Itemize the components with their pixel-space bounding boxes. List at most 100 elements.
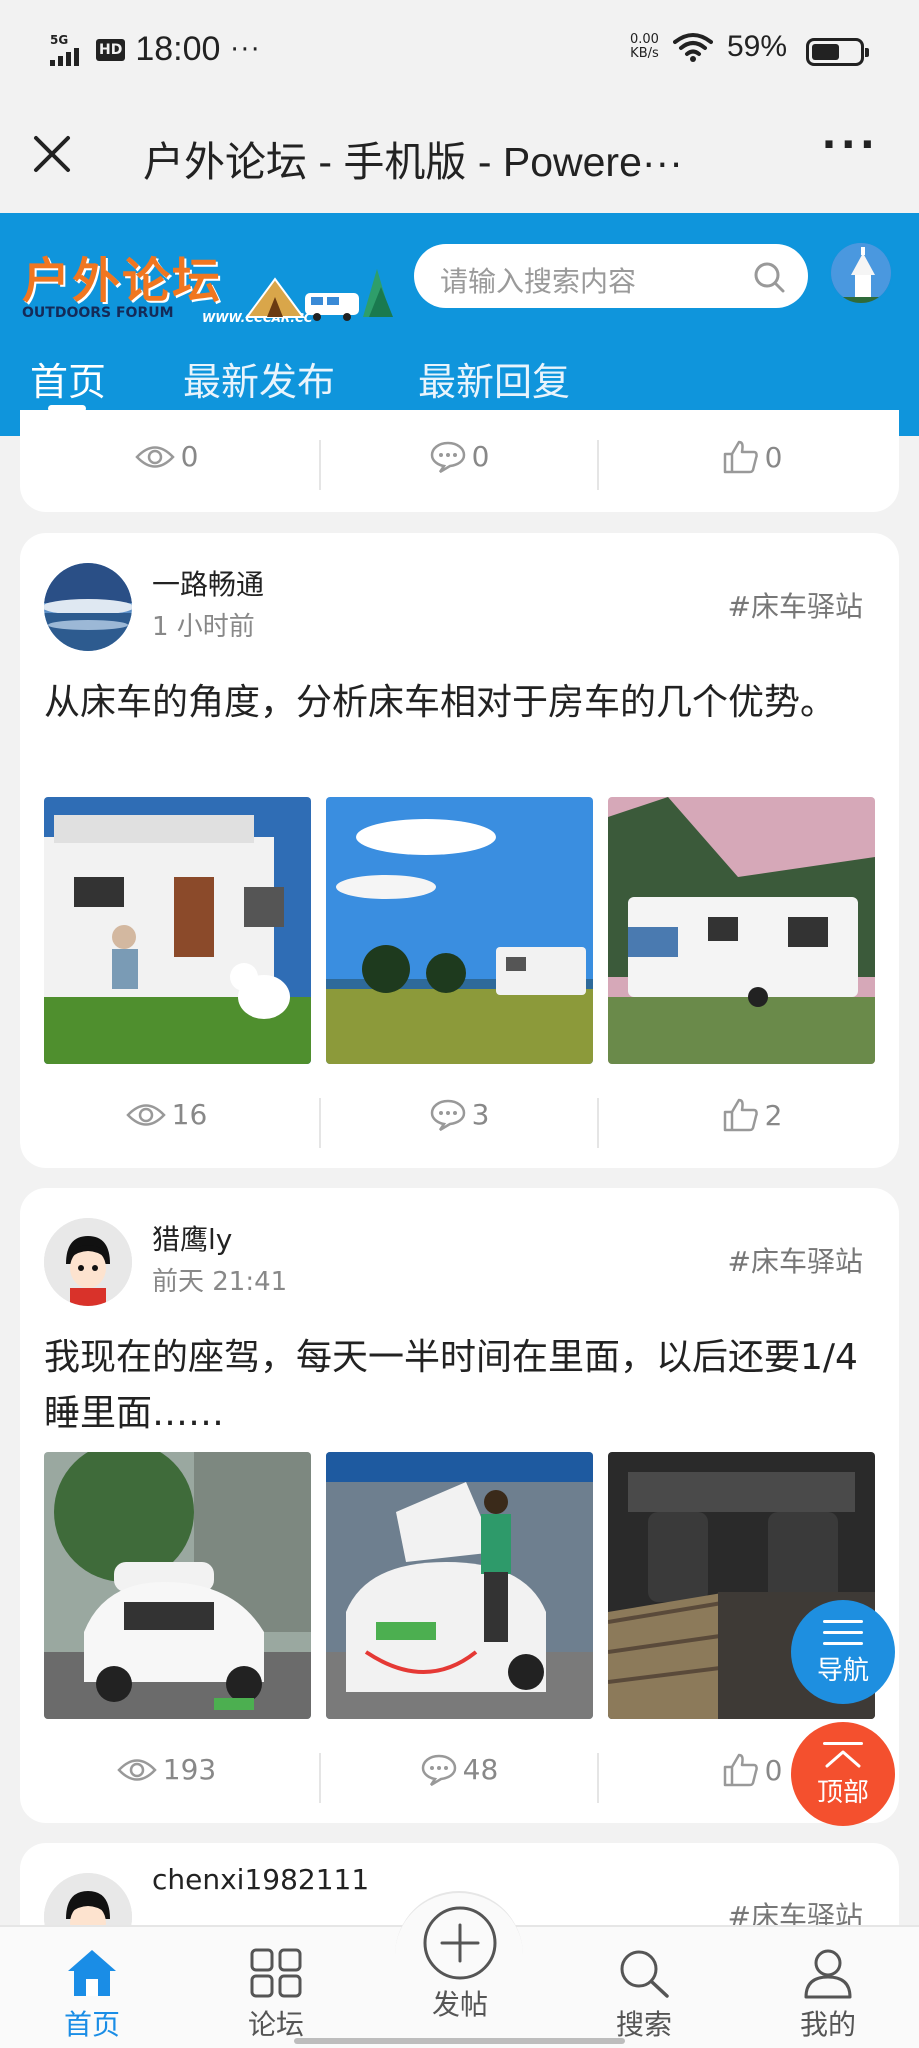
author-name[interactable]: 一路畅通	[152, 563, 264, 603]
comment-count-value: 48	[462, 1753, 499, 1786]
post-title[interactable]: 从床车的角度，分析床车相对于房车的几个优势。	[44, 675, 874, 731]
status-left: 5G HD 18:00 ···	[50, 30, 261, 69]
post-card[interactable]: 一路畅通 1 小时前 #床车驿站 从床车的角度，分析床车相对于房车的几个优势。	[20, 533, 899, 1168]
clock: 18:00	[135, 30, 221, 68]
eye-icon	[134, 445, 175, 468]
view-count: 0	[20, 440, 313, 473]
search-icon	[620, 1950, 669, 1998]
post-card[interactable]: 猎鹰ly 前天 21:41 #床车驿站 我现在的座驾，每天一半时间在里面，以后还…	[20, 1188, 899, 1823]
view-count-value: 193	[162, 1753, 217, 1786]
site-logo[interactable]: 户外论坛 OUTDOORS FORUM WWW.CCCAR.CC	[20, 233, 393, 333]
net-speed: 0.00 KB/s	[630, 33, 659, 61]
cellular-signal-icon: 5G	[50, 34, 86, 66]
logo-text: 户外论坛	[22, 253, 223, 309]
net-speed-unit: KB/s	[630, 46, 659, 61]
eye-icon	[117, 1758, 157, 1781]
comment-icon	[421, 1754, 456, 1786]
divider	[597, 440, 599, 490]
thumbs-up-icon	[723, 1098, 758, 1132]
search-input[interactable]: 请输入搜索内容	[414, 244, 808, 308]
post-time: 1 小时前	[152, 612, 255, 642]
author-name[interactable]: 猎鹰ly	[152, 1218, 232, 1258]
view-count-value: 0	[180, 440, 199, 473]
plus-icon	[423, 1906, 497, 1980]
nav-forum[interactable]: 论坛	[206, 1927, 346, 2043]
status-right: 0.00 KB/s 59%	[630, 30, 787, 64]
like-count-value: 2	[764, 1098, 783, 1132]
battery-icon	[806, 38, 869, 66]
nav-profile[interactable]: 我的	[758, 1927, 898, 2043]
search-icon[interactable]	[752, 260, 786, 294]
floating-nav-button[interactable]: 导航	[791, 1600, 895, 1704]
comment-icon	[430, 441, 465, 473]
divider	[597, 1098, 599, 1148]
grid-icon	[250, 1948, 302, 1998]
network-type: 5G	[50, 32, 69, 47]
post-tag[interactable]: #床车驿站	[728, 1240, 863, 1280]
post-card[interactable]: 0 0 0	[20, 410, 899, 512]
search-placeholder: 请输入搜索内容	[440, 265, 637, 298]
post-time: 前天 21:41	[152, 1267, 288, 1297]
net-speed-value: 0.00	[630, 32, 659, 47]
comment-count[interactable]: 0	[313, 440, 606, 473]
more-options-icon[interactable]: ···	[821, 122, 879, 168]
nav-new-post[interactable]: 发帖	[390, 1906, 530, 2023]
logo-subtitle: OUTDOORS FORUM	[22, 305, 174, 321]
back-to-top-button[interactable]: 顶部	[791, 1722, 895, 1826]
thumbs-up-icon	[723, 440, 758, 474]
post-stats: 16 3 2	[20, 1098, 899, 1148]
nav-home[interactable]: 首页	[22, 1927, 162, 2043]
like-count-value: 0	[764, 1753, 783, 1787]
page-title: 户外论坛 - 手机版 - Powere···	[143, 139, 683, 185]
thumbs-up-icon	[723, 1753, 758, 1787]
home-icon	[68, 1950, 116, 1996]
post-title[interactable]: 我现在的座驾，每天一半时间在里面，以后还要1/4睡里面……	[44, 1330, 874, 1442]
gesture-bar	[294, 2038, 625, 2044]
tab-latest-posts[interactable]: 最新发布	[183, 351, 335, 406]
tab-home[interactable]: 首页	[30, 351, 106, 406]
nav-home-label: 首页	[63, 2008, 120, 2041]
close-icon[interactable]	[28, 130, 76, 178]
post-tag[interactable]: #床车驿站	[728, 585, 863, 625]
nav-profile-label: 我的	[799, 2008, 856, 2041]
comment-icon	[430, 1099, 465, 1131]
menu-icon	[823, 1620, 863, 1645]
post-image[interactable]	[608, 797, 875, 1064]
post-image[interactable]	[326, 797, 593, 1064]
camping-logo-icon	[245, 269, 393, 321]
hd-badge: HD	[96, 38, 126, 61]
like-count-value: 0	[764, 440, 783, 474]
comment-count-value: 0	[471, 440, 490, 473]
comment-count-value: 3	[471, 1098, 490, 1131]
notification-more: ···	[230, 34, 262, 65]
nav-search[interactable]: 搜索	[574, 1927, 714, 2043]
author-avatar[interactable]	[44, 563, 132, 651]
post-stats: 0 0 0	[20, 440, 899, 490]
divider	[597, 1753, 599, 1803]
user-avatar[interactable]	[829, 241, 893, 305]
comment-count[interactable]: 48	[313, 1753, 606, 1786]
battery-percent: 59%	[726, 30, 787, 63]
arrow-up-icon	[823, 1742, 863, 1768]
post-image[interactable]	[44, 797, 311, 1064]
site-header: 户外论坛 OUTDOORS FORUM WWW.CCCAR.CC 请输入搜索内容	[0, 213, 919, 436]
tab-latest-replies[interactable]: 最新回复	[418, 351, 570, 406]
user-icon	[804, 1949, 852, 1999]
comment-count[interactable]: 3	[313, 1098, 606, 1131]
wifi-icon	[672, 33, 713, 62]
post-image[interactable]	[326, 1452, 593, 1719]
browser-bar: 户外论坛 - 手机版 - Powere··· ···	[0, 100, 919, 213]
like-count[interactable]: 0	[606, 440, 899, 474]
author-name[interactable]: chenxi1982111	[152, 1863, 369, 1896]
post-stats: 193 48 0	[20, 1753, 899, 1803]
post-image[interactable]	[44, 1452, 311, 1719]
author-avatar[interactable]	[44, 1218, 132, 1306]
top-label: 顶部	[816, 1778, 869, 1808]
nav-forum-label: 论坛	[247, 2008, 304, 2041]
eye-icon	[125, 1103, 166, 1126]
status-bar: 5G HD 18:00 ··· 0.00 KB/s 59%	[0, 0, 919, 100]
like-count[interactable]: 2	[606, 1098, 899, 1132]
nav-new-post-label: 发帖	[431, 1988, 488, 2021]
view-count-value: 16	[171, 1098, 208, 1131]
bottom-nav: 首页 论坛 发帖 搜索 我的	[0, 1891, 919, 2048]
